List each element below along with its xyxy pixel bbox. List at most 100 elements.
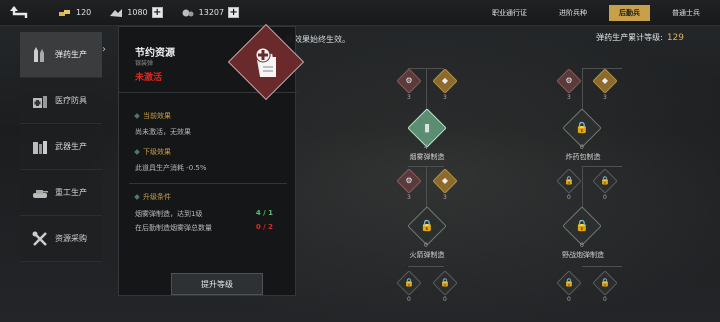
node-count: 0 (443, 296, 447, 303)
tree-connector (582, 166, 622, 167)
sidebar-item-weapons[interactable]: 武器生产 (20, 124, 102, 170)
tree-node-small[interactable]: 🔒 (396, 270, 422, 296)
top-tabs: 职业通行证 进阶兵种 后勤兵 普通士兵 (470, 0, 710, 26)
node-count: 0 (407, 296, 411, 303)
tree-connector (582, 266, 622, 267)
tree-node-small[interactable]: 🔒 (592, 168, 618, 194)
tree-node-small[interactable]: 🔒 (592, 270, 618, 296)
sidebar-item-heavy[interactable]: 重工生产 (20, 170, 102, 216)
next-effect-text: 此道具生产消耗 -0.5% (135, 164, 207, 172)
node-count: 0 (567, 296, 571, 303)
divider (129, 183, 287, 184)
node-count: 0 (567, 194, 571, 201)
tank-icon (30, 183, 50, 203)
tree-node-small[interactable]: ◆ (592, 68, 618, 94)
upgrade-level-button[interactable]: 提升等级 (171, 273, 263, 295)
resource-parts: 1080 + (109, 7, 163, 18)
lock-icon: 🔒 (575, 121, 589, 134)
gear-icon: ⚙ (405, 176, 413, 185)
add-scrap-button[interactable]: + (228, 7, 240, 18)
tab-logistics[interactable]: 后勤兵 (609, 5, 650, 21)
bullet-icon (134, 113, 140, 119)
sidebar-item-label: 重工生产 (55, 188, 87, 197)
lock-icon: 🔒 (404, 278, 414, 287)
badge-icon: ◆ (601, 76, 609, 85)
sidebar-item-label: 武器生产 (55, 142, 87, 151)
popup-title: 节约资源 (135, 48, 175, 59)
node-count: 0 (580, 144, 584, 151)
lock-icon: 🔒 (600, 176, 610, 185)
back-arrow-icon (10, 5, 28, 18)
node-count: 0 (603, 296, 607, 303)
lock-icon: 🔒 (440, 278, 450, 287)
node-label: 烟雾弹制造 (409, 153, 445, 161)
node-count: 3 (603, 94, 607, 101)
bullet-icon (134, 149, 140, 155)
lock-icon: 🔒 (575, 219, 589, 232)
sidebar-item-ammo[interactable]: 弹药生产 (20, 32, 102, 78)
popup-subtitle: 银装弹 (135, 60, 154, 67)
upgrade-conditions-title: 升级条件 (134, 192, 171, 202)
condition-progress: 4 / 1 (255, 209, 273, 217)
total-level: 弹药生产累计等级: 129 (596, 32, 684, 43)
skill-detail-popup: 节约资源 银装弹 未激活 当前效果 尚未激活，无效果 下级效果 此道具生产消耗 … (118, 23, 305, 296)
node-count: 3 (443, 194, 447, 201)
tree-node-small[interactable]: ◆ (432, 68, 458, 94)
resource-gold-value: 120 (76, 8, 92, 17)
tree-node-small[interactable]: ⚙ (396, 68, 422, 94)
sidebar-item-label: 医疗防具 (55, 96, 87, 105)
next-effect-title: 下级效果 (134, 147, 171, 157)
node-count: 3 (567, 94, 571, 101)
gold-bars-icon (59, 9, 70, 16)
node-label: 炸药包制造 (565, 153, 601, 161)
tools-icon (30, 229, 50, 249)
tree-node-smoke[interactable]: ▮ (407, 108, 447, 148)
node-count: 3 (443, 94, 447, 101)
sidebar: 弹药生产 医疗防具 武器生产 重工生产 资源采购 (20, 32, 102, 262)
node-count: 0 (580, 242, 584, 249)
tree-node-field-gun[interactable]: 🔒 (562, 206, 602, 246)
sidebar-item-purchase[interactable]: 资源采购 (20, 216, 102, 262)
gear-icon: ⚙ (565, 76, 573, 85)
tree-connector (408, 266, 444, 267)
tab-advanced-units[interactable]: 进阶兵种 (549, 5, 597, 21)
node-label: 火箭弹制造 (409, 251, 445, 259)
lock-icon: 🔒 (564, 176, 574, 185)
current-effect-title: 当前效果 (134, 111, 171, 121)
tree-node-small[interactable]: 🔒 (432, 270, 458, 296)
tree-node-small[interactable]: 🔒 (556, 270, 582, 296)
total-level-value: 129 (666, 33, 684, 43)
tree-node-small[interactable]: ◆ (432, 168, 458, 194)
lock-icon: 🔒 (420, 219, 434, 232)
popup-status: 未激活 (135, 73, 163, 83)
bullet-icon (134, 194, 140, 200)
resource-gold: 120 (58, 8, 91, 18)
tree-node-small[interactable]: ⚙ (556, 68, 582, 94)
condition-progress: 0 / 2 (255, 223, 273, 231)
tree-node-explosive[interactable]: 🔒 (562, 108, 602, 148)
scrap-metal-icon (182, 9, 194, 16)
chevron-right-icon: › (102, 44, 106, 55)
add-parts-button[interactable]: + (151, 7, 163, 18)
node-count: 0 (424, 242, 428, 249)
smoke-grenade-icon: ▮ (423, 121, 431, 134)
tree-node-rocket[interactable]: 🔒 (407, 206, 447, 246)
node-label: 野战炮弹制造 (562, 251, 604, 259)
tab-career-pass[interactable]: 职业通行证 (482, 5, 537, 21)
badge-icon: ◆ (441, 76, 449, 85)
resource-scrap-value: 13207 (198, 8, 225, 17)
lock-icon: 🔒 (564, 278, 574, 287)
tree-node-small[interactable]: 🔒 (556, 168, 582, 194)
sidebar-item-label: 资源采购 (55, 234, 87, 243)
resource-parts-value: 1080 (127, 8, 148, 17)
current-effect-text: 尚未激活，无效果 (135, 128, 191, 136)
gear-icon: ⚙ (405, 76, 413, 85)
tab-regular-soldier[interactable]: 普通士兵 (662, 5, 710, 21)
sidebar-item-medical[interactable]: 医疗防具 (20, 78, 102, 124)
tree-node-small[interactable]: ⚙ (396, 168, 422, 194)
node-count: 3 (407, 94, 411, 101)
resource-document-icon (255, 47, 276, 77)
node-count: 3 (407, 194, 411, 201)
back-button[interactable] (0, 0, 40, 26)
node-count: 0 (603, 194, 607, 201)
